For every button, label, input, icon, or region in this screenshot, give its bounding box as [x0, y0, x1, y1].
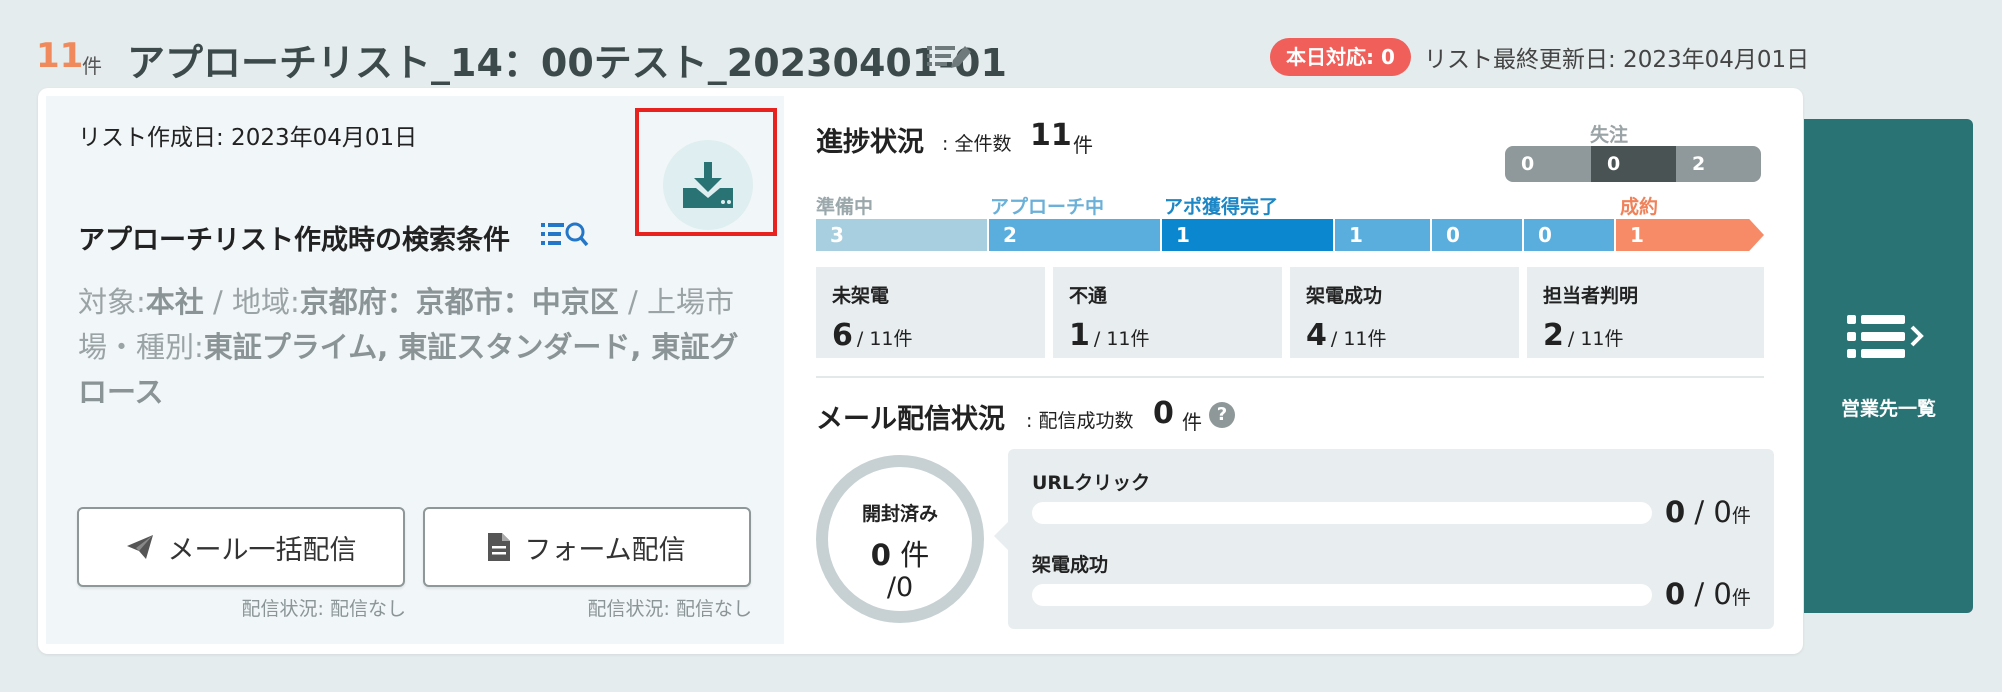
url-click-bar	[1032, 502, 1652, 524]
lost-segment[interactable]: 0	[1505, 146, 1591, 182]
lost-bar: 0 0 2	[1505, 146, 1761, 182]
edit-list-icon[interactable]	[925, 40, 973, 74]
stat-value: 2	[1543, 318, 1564, 353]
help-icon[interactable]: ?	[1209, 402, 1235, 428]
list-count-unit: 件	[82, 54, 102, 78]
section-divider	[816, 376, 1764, 378]
progress-title: 進捗状況	[816, 127, 924, 158]
created-date: リスト作成日: 2023年04月01日	[78, 125, 418, 151]
mail-success-count: 0	[1153, 396, 1174, 431]
stage-segment-appointment-sub[interactable]: 1	[1335, 219, 1430, 251]
search-conditions: 対象:本社 / 地域:京都府：京都市：中京区 / 上場市場・種別:東証プライム,…	[78, 285, 739, 409]
stage-segment-appointment[interactable]: 1	[1162, 219, 1333, 251]
stage-segment-preparing[interactable]: 3	[816, 219, 987, 251]
condition-target-value: 本社	[145, 285, 204, 319]
bulk-mail-button-label: メール一括配信	[167, 534, 357, 566]
progress-total-label: : 全件数	[942, 133, 1012, 155]
stat-label: 不通	[1069, 285, 1108, 307]
lost-label: 失注	[1590, 124, 1629, 146]
condition-region-label: 地域:	[232, 285, 300, 319]
opened-total: /0	[886, 572, 914, 603]
condition-target-label: 対象:	[78, 285, 146, 319]
search-list-icon[interactable]	[540, 219, 590, 249]
url-click-value: 0 / 0件	[1665, 495, 1751, 529]
call-success-count: 0	[1665, 577, 1686, 611]
sales-list-label: 営業先一覧	[1840, 398, 1936, 420]
send-icon	[126, 535, 153, 559]
url-click-count: 0	[1665, 495, 1686, 529]
list-title: アプローチリスト_14：00テスト_20230401-01	[127, 41, 1007, 85]
stat-value: 6	[832, 318, 853, 353]
stat-value: 4	[1306, 318, 1327, 353]
today-action-badge: 本日対応: 0	[1270, 38, 1411, 76]
stage-label-preparing: 準備中	[816, 196, 874, 218]
stat-value: 1	[1069, 318, 1090, 353]
mail-delivery-status: 配信状況: 配信なし	[241, 598, 406, 620]
url-click-total: 0	[1713, 495, 1732, 529]
stage-segment-closed[interactable]: 1	[1616, 219, 1764, 251]
opened-ring: 開封済み 0 件 /0	[816, 455, 984, 623]
stat-unreachable: 不通 1/ 11件	[1053, 267, 1282, 358]
progress-total-unit: 件	[1073, 133, 1093, 157]
opened-count: 0	[870, 538, 891, 572]
download-highlight-box	[635, 108, 777, 236]
call-success-total: 0	[1713, 577, 1732, 611]
stage-segment-appointment-sub[interactable]: 0	[1432, 219, 1522, 251]
last-updated: リスト最終更新日: 2023年04月01日	[1424, 47, 1810, 73]
document-icon	[488, 533, 511, 561]
condition-region-value: 京都府：京都市：中京区	[299, 285, 619, 319]
lost-segment[interactable]: 2	[1676, 146, 1761, 182]
stat-total: / 11件	[1567, 328, 1624, 350]
stage-segment-appointment-sub[interactable]: 0	[1524, 219, 1614, 251]
form-send-button[interactable]: フォーム配信	[423, 507, 751, 587]
stage-progress-bar: 3 2 1 1 0 0 1	[816, 219, 1764, 251]
bulk-mail-button[interactable]: メール一括配信	[77, 507, 405, 587]
mail-success-unit: 件	[1182, 410, 1202, 434]
call-success-bar	[1032, 584, 1652, 606]
url-click-unit: 件	[1731, 505, 1751, 527]
url-click-label: URLクリック	[1032, 472, 1151, 494]
stat-label: 未架電	[832, 285, 890, 307]
stat-contact-identified: 担当者判明 2/ 11件	[1527, 267, 1764, 358]
stat-label: 架電成功	[1306, 285, 1383, 307]
list-count: 11	[36, 36, 84, 76]
mail-success-label: : 配信成功数	[1026, 410, 1134, 432]
stage-label-closed: 成約	[1620, 196, 1659, 218]
call-success-label: 架電成功	[1032, 554, 1109, 576]
form-send-button-label: フォーム配信	[524, 534, 686, 566]
stat-call-success: 架電成功 4/ 11件	[1290, 267, 1519, 358]
stat-not-called: 未架電 6/ 11件	[816, 267, 1045, 358]
stat-label: 担当者判明	[1543, 285, 1639, 307]
opened-label: 開封済み	[861, 503, 938, 525]
call-success-value: 0 / 0件	[1665, 577, 1751, 611]
form-delivery-status: 配信状況: 配信なし	[587, 598, 752, 620]
list-arrow-icon	[1847, 315, 1924, 358]
stat-total: / 11件	[1330, 328, 1387, 350]
opened-unit: 件	[900, 538, 930, 572]
stat-total: / 11件	[1093, 328, 1150, 350]
stat-total: / 11件	[856, 328, 913, 350]
stage-segment-approaching[interactable]: 2	[989, 219, 1160, 251]
stage-label-approaching: アプローチ中	[990, 196, 1105, 218]
stage-label-appointment: アポ獲得完了	[1164, 196, 1279, 218]
search-conditions-title: アプローチリスト作成時の検索条件	[78, 225, 510, 256]
lost-segment[interactable]: 0	[1591, 146, 1676, 182]
sales-list-button[interactable]	[1804, 119, 1973, 613]
mail-stats-pointer	[994, 522, 1008, 550]
call-success-unit: 件	[1731, 587, 1751, 609]
mail-status-title: メール配信状況	[816, 404, 1005, 435]
progress-total: 11	[1030, 118, 1072, 153]
